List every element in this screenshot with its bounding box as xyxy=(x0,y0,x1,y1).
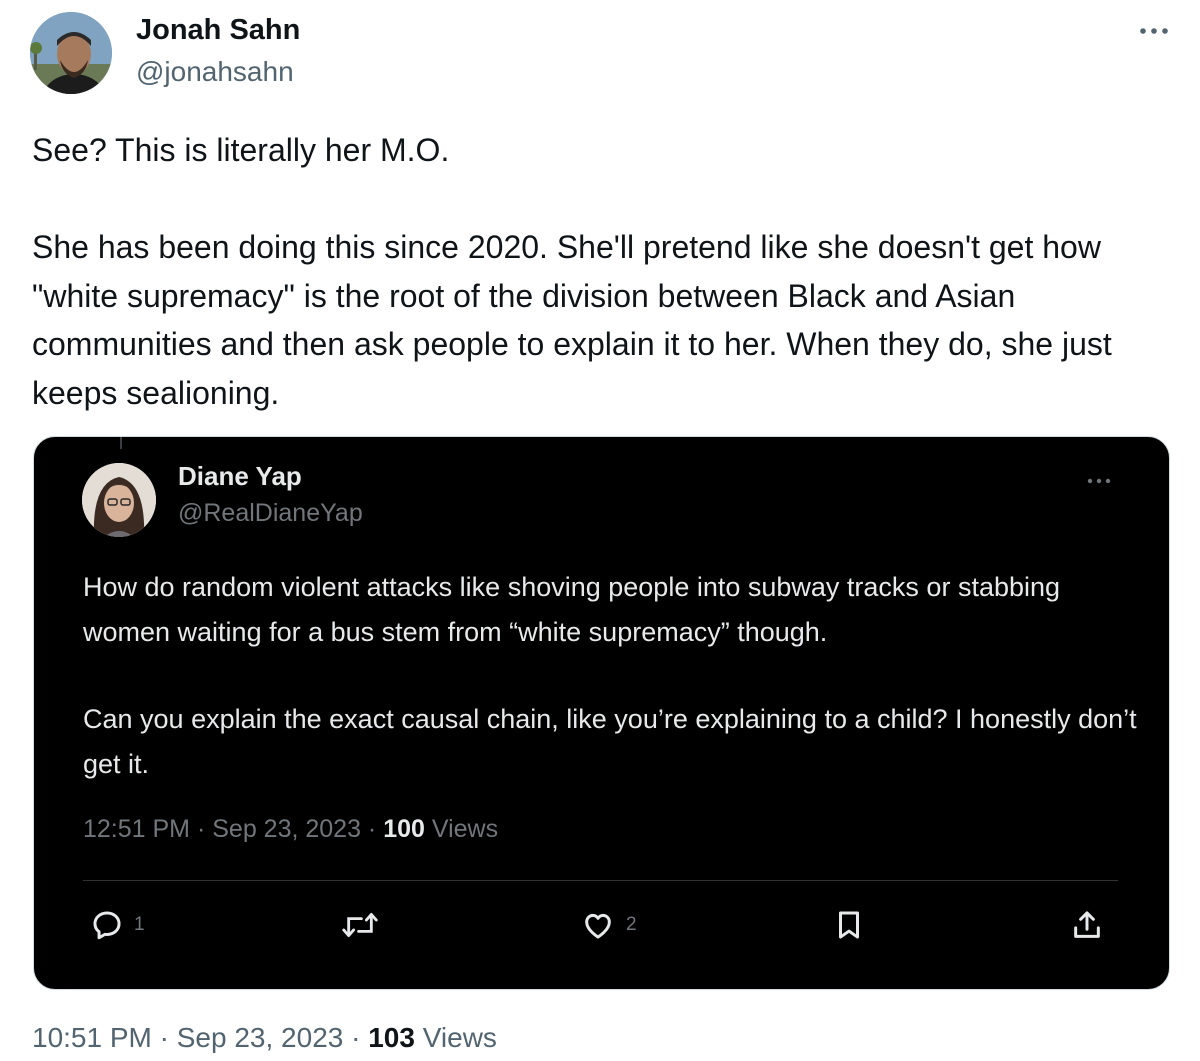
reply-icon xyxy=(93,911,121,940)
tweet-text: See? This is literally her M.O. She has … xyxy=(32,126,1162,417)
share-icon xyxy=(1074,911,1100,938)
like-button[interactable]: 2 xyxy=(580,907,637,943)
like-count: 2 xyxy=(626,914,637,935)
author-name[interactable]: Jonah Sahn xyxy=(136,14,300,47)
quoted-tweet-meta: 12:51 PM · Sep 23, 2023 · 100 Views xyxy=(83,815,498,844)
quoted-more-button[interactable] xyxy=(1084,471,1114,491)
quoted-time[interactable]: 12:51 PM xyxy=(83,815,190,843)
more-options-button[interactable] xyxy=(1136,16,1172,46)
tweet-date[interactable]: Sep 23, 2023 xyxy=(177,1022,344,1053)
tweet-views-count: 103 xyxy=(368,1022,415,1053)
retweet-button[interactable] xyxy=(340,907,380,943)
quoted-views-count: 100 xyxy=(383,815,425,843)
meta-separator: · xyxy=(343,1022,369,1053)
author-avatar[interactable] xyxy=(30,12,112,94)
quoted-author-avatar[interactable] xyxy=(82,463,156,537)
tweet-views-label: Views xyxy=(422,1022,497,1053)
bookmark-icon xyxy=(839,911,859,939)
author-handle[interactable]: @jonahsahn xyxy=(136,56,294,88)
quoted-author-name[interactable]: Diane Yap xyxy=(178,461,302,492)
quoted-views-label: Views xyxy=(431,815,499,843)
more-icon xyxy=(1087,478,1111,484)
reply-count: 1 xyxy=(134,914,145,935)
retweet-icon xyxy=(342,912,378,938)
like-icon xyxy=(585,913,611,939)
meta-separator: · xyxy=(190,815,213,843)
more-icon xyxy=(1140,28,1168,34)
tweet-meta: 10:51 PM · Sep 23, 2023 · 103 Views xyxy=(32,1022,497,1054)
meta-separator: · xyxy=(151,1022,177,1053)
quoted-author-handle[interactable]: @RealDianeYap xyxy=(178,499,363,528)
author-avatar-image xyxy=(30,12,112,94)
quoted-paragraph: Can you explain the exact causal chain, … xyxy=(83,704,1137,779)
tweet-paragraph: See? This is literally her M.O. xyxy=(32,132,450,168)
share-button[interactable] xyxy=(1070,907,1104,943)
thread-line xyxy=(120,437,122,449)
bookmark-button[interactable] xyxy=(832,907,866,943)
quoted-tweet-card[interactable]: Diane Yap @RealDianeYap How do random vi… xyxy=(33,436,1170,990)
quoted-paragraph: How do random violent attacks like shovi… xyxy=(83,572,1061,647)
tweet-paragraph: She has been doing this since 2020. She'… xyxy=(32,229,1112,411)
meta-separator: · xyxy=(360,815,384,843)
tweet: Jonah Sahn @jonahsahn See? This is liter… xyxy=(0,0,1200,1061)
quoted-tweet-text: How do random violent attacks like shovi… xyxy=(83,565,1143,787)
reply-button[interactable]: 1 xyxy=(90,907,145,943)
divider xyxy=(83,880,1118,881)
quoted-date[interactable]: Sep 23, 2023 xyxy=(212,815,361,843)
tweet-time[interactable]: 10:51 PM xyxy=(32,1022,152,1053)
quoted-avatar-image xyxy=(82,463,156,537)
